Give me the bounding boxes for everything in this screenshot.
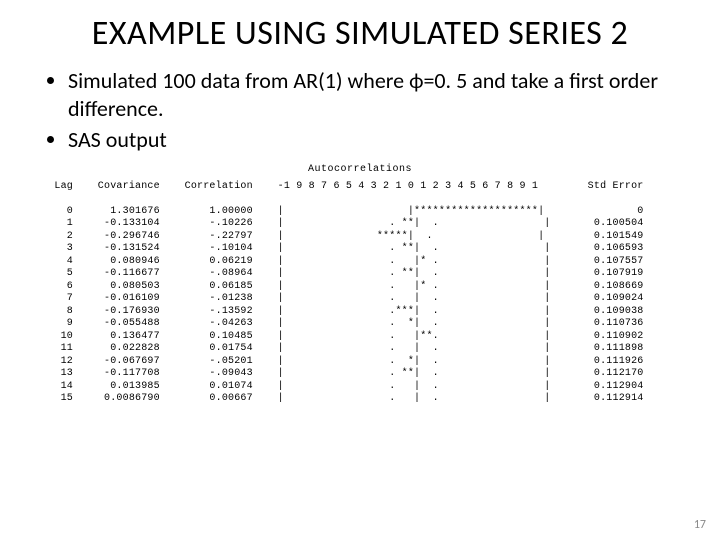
bullet-2: SAS output	[68, 126, 680, 154]
bullet-list: Simulated 100 data from AR(1) where ϕ=0.…	[40, 67, 680, 154]
sas-section-title: Autocorrelations	[40, 164, 680, 175]
bullet-1: Simulated 100 data from AR(1) where ϕ=0.…	[68, 67, 680, 122]
page-number: 17	[694, 518, 706, 532]
sas-output-block: Lag Covariance Correlation -1 9 8 7 6 5 …	[42, 181, 680, 406]
page-title: EXAMPLE USING SIMULATED SERIES 2	[40, 14, 680, 53]
